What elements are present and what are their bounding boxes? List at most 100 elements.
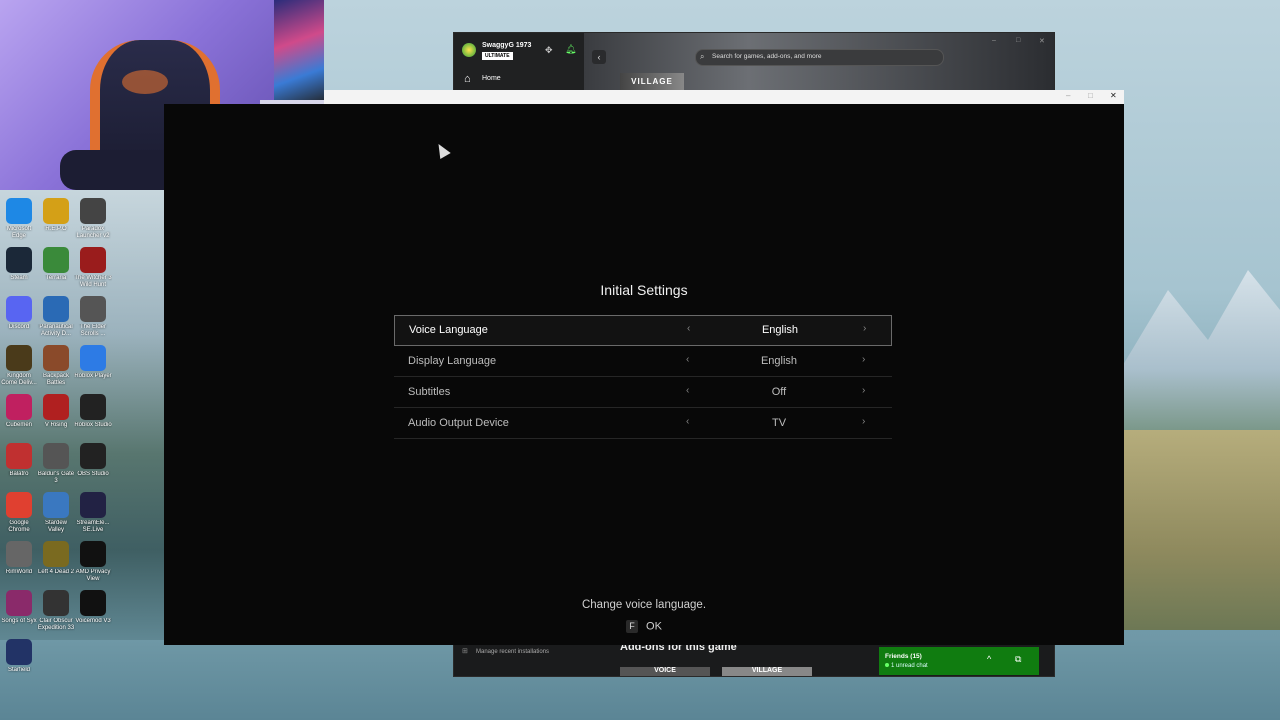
arrow-right-icon[interactable]: › bbox=[863, 323, 866, 334]
desktop-icon-label: StreamEle... SE.Live bbox=[76, 520, 110, 533]
desktop-icon[interactable]: Songs of Syx bbox=[0, 590, 38, 636]
desktop-icon[interactable]: Clair Obscur Expedition 33 bbox=[37, 590, 75, 636]
desktop-icon-label: Starfield bbox=[7, 667, 30, 673]
setting-subtitles[interactable]: Subtitles ‹ Off › bbox=[394, 378, 892, 408]
desktop-icon-label: Songs of Syx bbox=[1, 618, 37, 624]
desktop-icon-label: Kingdom Come Deliv... bbox=[1, 373, 37, 386]
desktop-icon[interactable]: Backpack Battles bbox=[37, 345, 75, 391]
settings-list: Voice Language ‹ English › Display Langu… bbox=[394, 315, 892, 440]
desktop-icon-label: OBS Studio bbox=[77, 471, 109, 477]
desktop-icon[interactable]: Roblox Player bbox=[74, 345, 112, 391]
desktop-icon[interactable]: The Witcher 3 Wild Hunt bbox=[74, 247, 112, 293]
friends-subtitle: 1 unread chat bbox=[885, 663, 928, 669]
addon-thumbnail[interactable]: VILLAGE bbox=[722, 667, 812, 676]
arrow-left-icon[interactable]: ‹ bbox=[687, 323, 690, 334]
arrow-left-icon[interactable]: ‹ bbox=[686, 354, 689, 365]
confirm-prompt[interactable]: F OK bbox=[164, 620, 1124, 633]
desktop-icon-label: Cubemen bbox=[5, 422, 32, 428]
desktop-icon-label: The Elder Scrolls ... bbox=[79, 324, 106, 337]
desktop-icon[interactable]: The Elder Scrolls ... bbox=[74, 296, 112, 342]
setting-audio-output-device[interactable]: Audio Output Device ‹ TV › bbox=[394, 409, 892, 439]
xbox-sidebar-header: SwaggyG 1973 ULTIMATE ✥ 🔔︎ ⌂ Home bbox=[454, 33, 584, 91]
starfield-icon bbox=[6, 639, 32, 665]
desktop-icon[interactable]: R.E.P.O bbox=[37, 198, 75, 244]
desktop-icon[interactable]: RimWorld bbox=[0, 541, 38, 587]
maximize-icon[interactable]: □ bbox=[1016, 37, 1020, 44]
desktop-icon-label: Steam bbox=[10, 275, 28, 281]
desktop-icon[interactable]: Microsoft Edge bbox=[0, 198, 38, 244]
desktop-icon[interactable]: StreamEle... SE.Live bbox=[74, 492, 112, 538]
friends-panel[interactable]: Friends (15) 1 unread chat ^ ⧉ bbox=[879, 647, 1039, 675]
minimize-icon[interactable]: – bbox=[992, 37, 996, 44]
desktop-icon[interactable]: Discord bbox=[0, 296, 38, 342]
voicemod-icon bbox=[80, 590, 106, 616]
desktop-icon[interactable]: Paradox Launcher v2 bbox=[74, 198, 112, 244]
game-thumbnail[interactable]: VILLAGE bbox=[620, 73, 684, 91]
arrow-left-icon[interactable]: ‹ bbox=[686, 416, 689, 427]
friends-unread: 1 unread chat bbox=[891, 663, 928, 669]
desktop-icon[interactable]: AMD Privacy View bbox=[74, 541, 112, 587]
desktop-wallpaper-field bbox=[1120, 430, 1280, 630]
arrow-right-icon[interactable]: › bbox=[862, 385, 865, 396]
user-avatar[interactable] bbox=[462, 43, 476, 57]
setting-display-language[interactable]: Display Language ‹ English › bbox=[394, 347, 892, 377]
key-cap: F bbox=[626, 620, 639, 633]
back-button[interactable]: ‹ bbox=[592, 50, 606, 64]
desktop-icon-label: Discord bbox=[8, 324, 30, 330]
discord-icon bbox=[6, 296, 32, 322]
desktop-icon[interactable]: V Rising bbox=[37, 394, 75, 440]
desktop-icon[interactable]: Google Chrome bbox=[0, 492, 38, 538]
setting-value: English bbox=[760, 355, 798, 367]
desktop-icon-label: Roblox Studio bbox=[74, 422, 112, 428]
minimize-icon[interactable]: – bbox=[1066, 91, 1070, 100]
desktop-icon-label: Clair Obscur Expedition 33 bbox=[37, 618, 75, 631]
stardew-icon bbox=[43, 492, 69, 518]
game-titlebar[interactable]: – □ ✕ bbox=[324, 90, 1124, 105]
nav-home[interactable]: Home bbox=[482, 75, 501, 82]
elder-scrolls-icon bbox=[80, 296, 106, 322]
desktop-icon-label: AMD Privacy View bbox=[75, 569, 111, 582]
chevron-up-icon[interactable]: ^ bbox=[987, 654, 991, 664]
search-input[interactable]: ⌕ Search for games, add-ons, and more bbox=[695, 49, 944, 66]
desktop-icon[interactable]: Starfield bbox=[0, 639, 38, 685]
desktop-icon[interactable]: Voicemod V3 bbox=[74, 590, 112, 636]
desktop-icon[interactable]: Kingdom Come Deliv... bbox=[0, 345, 38, 391]
setting-voice-language[interactable]: Voice Language ‹ English › bbox=[394, 315, 892, 346]
desktop-icon[interactable]: Steam bbox=[0, 247, 38, 293]
desktop-icon[interactable]: Terraria bbox=[37, 247, 75, 293]
game-window: Initial Settings Voice Language ‹ Englis… bbox=[164, 104, 1124, 645]
arrow-right-icon[interactable]: › bbox=[862, 416, 865, 427]
desktop-icon[interactable]: Balatro bbox=[0, 443, 38, 489]
paranautical-icon bbox=[43, 296, 69, 322]
addon-thumbnail[interactable]: VOICE bbox=[620, 667, 710, 676]
notification-bell-icon[interactable]: 🔔︎ bbox=[565, 44, 576, 55]
manage-installations-link[interactable]: Manage recent installations bbox=[476, 649, 549, 655]
setting-label: Audio Output Device bbox=[408, 417, 509, 429]
desktop-icon[interactable]: Roblox Studio bbox=[74, 394, 112, 440]
close-icon[interactable]: ✕ bbox=[1110, 91, 1117, 100]
desktop-icon[interactable]: Baldur's Gate 3 bbox=[37, 443, 75, 489]
desktop-icons: Microsoft Edge R.E.P.O Paradox Launcher v2… bbox=[0, 198, 114, 678]
steam-icon bbox=[6, 247, 32, 273]
controller-icon[interactable]: ✥ bbox=[545, 45, 553, 56]
maximize-icon[interactable]: □ bbox=[1088, 91, 1093, 100]
desktop-icon[interactable]: Cubemen bbox=[0, 394, 38, 440]
arrow-right-icon[interactable]: › bbox=[862, 354, 865, 365]
desktop-icon[interactable]: Left 4 Dead 2 bbox=[37, 541, 75, 587]
popout-icon[interactable]: ⧉ bbox=[1015, 654, 1021, 665]
kingdom-icon bbox=[6, 345, 32, 371]
syx-icon bbox=[6, 590, 32, 616]
desktop-icon[interactable]: Stardew Valley bbox=[37, 492, 75, 538]
wall-poster bbox=[274, 0, 324, 105]
cubemen-icon bbox=[6, 394, 32, 420]
home-icon[interactable]: ⌂ bbox=[464, 73, 471, 85]
setting-value: English bbox=[761, 324, 799, 336]
desktop-icon-label: Terraria bbox=[45, 275, 67, 281]
ultimate-badge: ULTIMATE bbox=[482, 52, 513, 60]
desktop-icon[interactable]: OBS Studio bbox=[74, 443, 112, 489]
close-icon[interactable]: ✕ bbox=[1039, 37, 1045, 45]
arrow-left-icon[interactable]: ‹ bbox=[686, 385, 689, 396]
desktop-icon-label: R.E.P.O bbox=[45, 226, 67, 232]
friends-title: Friends (15) bbox=[885, 653, 922, 660]
desktop-icon[interactable]: Paranautical Activity D... bbox=[37, 296, 75, 342]
